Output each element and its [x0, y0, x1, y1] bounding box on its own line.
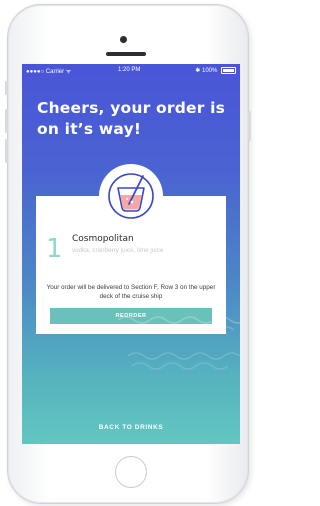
drink-ingredients: vodka, cranberry juice, lime juice	[72, 247, 164, 254]
wave-pattern-icon	[118, 316, 240, 370]
home-button[interactable]	[115, 456, 147, 488]
battery-label: ✱ 100%	[195, 68, 218, 75]
status-time: 1:20 PM	[118, 67, 141, 73]
status-bar: ●●●●○ Carrier ᯤ 1:20 PM ✱ 100%	[22, 64, 240, 76]
power-button	[248, 111, 251, 141]
volume-up-button	[5, 109, 8, 133]
delivery-message: Your order will be delivered to Section …	[46, 284, 216, 300]
back-to-drinks-link[interactable]: BACK TO DRINKS	[22, 424, 240, 431]
drink-badge	[99, 164, 163, 228]
volume-down-button	[5, 139, 8, 163]
drink-name: Cosmopolitan	[72, 234, 134, 244]
cocktail-glass-icon	[108, 173, 154, 219]
mute-switch	[5, 81, 8, 95]
earpiece-speaker	[106, 52, 146, 56]
front-camera	[120, 36, 127, 43]
battery-icon	[221, 67, 236, 74]
carrier-label: ●●●●○ Carrier ᯤ	[26, 69, 72, 75]
order-quantity: 1	[46, 234, 63, 264]
battery-indicator: ✱ 100%	[195, 67, 236, 74]
confirmation-headline: Cheers, your order is on it’s way!	[37, 99, 226, 138]
app-screen: ●●●●○ Carrier ᯤ 1:20 PM ✱ 100% Cheers, y…	[22, 64, 240, 444]
